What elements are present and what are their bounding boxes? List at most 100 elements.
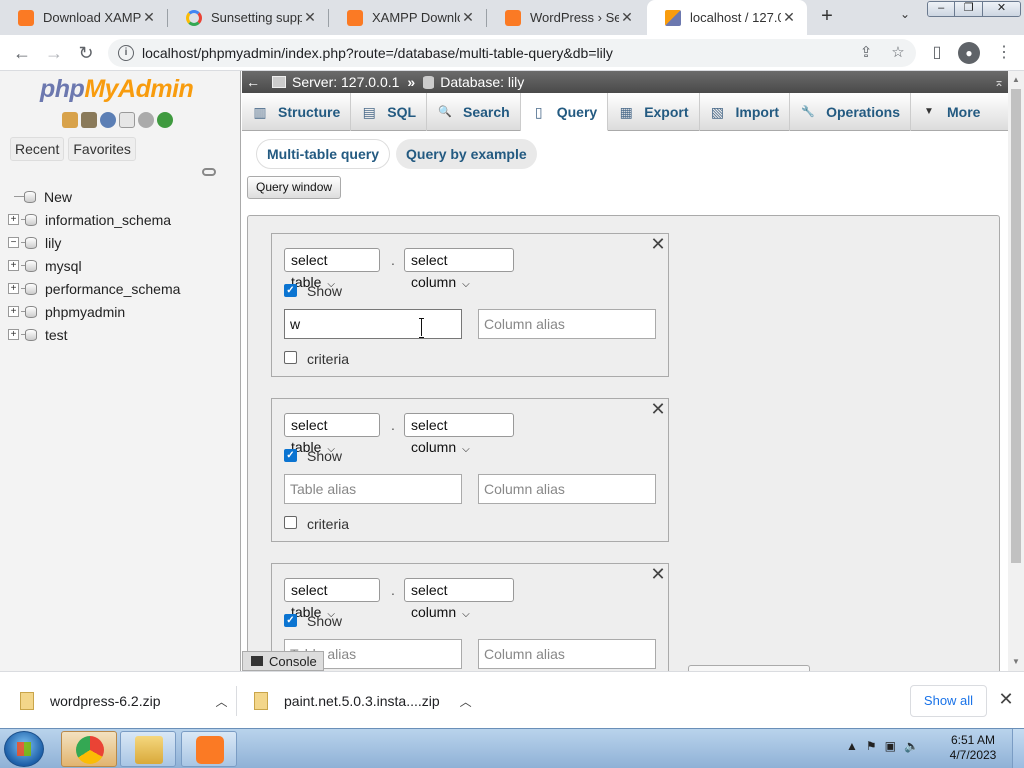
- chevron-up-icon[interactable]: ︿: [460, 693, 472, 710]
- show-checkbox[interactable]: ✓: [284, 614, 297, 627]
- table-alias-input[interactable]: Table alias: [284, 474, 462, 504]
- tab-search[interactable]: 🔍 Search: [427, 93, 521, 131]
- tab-structure[interactable]: ▥ Structure: [242, 93, 352, 131]
- close-icon[interactable]: ✕: [302, 9, 318, 26]
- table-select[interactable]: select table ⌵: [284, 413, 380, 455]
- browser-tab[interactable]: WordPress › Setu ✕: [487, 0, 645, 35]
- show-checkbox[interactable]: ✓: [284, 284, 297, 297]
- close-icon[interactable]: ✕: [650, 400, 666, 418]
- tree-item-performance-schema[interactable]: + performance_schema: [8, 277, 180, 300]
- collapse-icon[interactable]: −: [8, 237, 19, 248]
- tree-item-phpmyadmin[interactable]: + phpmyadmin: [8, 300, 180, 323]
- tray-arrow-icon[interactable]: ▲: [846, 739, 858, 753]
- collapse-top-icon[interactable]: ⌅: [994, 75, 1004, 89]
- column-select[interactable]: select column ⌵: [404, 578, 514, 620]
- settings-icon[interactable]: [138, 112, 154, 128]
- tree-item-new[interactable]: New: [8, 185, 180, 208]
- phpmyadmin-logo[interactable]: phpMyAdmin: [40, 75, 194, 104]
- flag-icon[interactable]: ⚑: [866, 739, 877, 753]
- share-icon[interactable]: ⇪: [856, 43, 876, 63]
- breadcrumb-server[interactable]: Server: 127.0.0.1: [292, 74, 399, 90]
- column-select[interactable]: select column ⌵: [404, 248, 514, 290]
- tab-query-by-example[interactable]: Query by example: [396, 139, 537, 169]
- tab-operations[interactable]: 🔧 Operations: [790, 93, 911, 131]
- expand-icon[interactable]: +: [8, 306, 19, 317]
- download-item[interactable]: paint.net.5.0.3.insta....zip ︿: [254, 680, 472, 722]
- volume-icon[interactable]: 🔈: [904, 739, 919, 753]
- tab-export[interactable]: ▦ Export: [608, 93, 700, 131]
- exit-icon[interactable]: [81, 112, 97, 128]
- minimize-button[interactable]: –: [928, 2, 956, 16]
- column-alias-input[interactable]: Column alias: [478, 309, 656, 339]
- show-all-button[interactable]: Show all: [910, 685, 987, 717]
- browser-tab-active[interactable]: localhost / 127.0. ✕: [647, 0, 807, 35]
- expand-icon[interactable]: +: [8, 260, 19, 271]
- close-window-button[interactable]: ✕: [982, 2, 1020, 16]
- browser-tab[interactable]: Download XAMPP ✕: [0, 0, 167, 35]
- back-button[interactable]: ←: [10, 41, 34, 65]
- network-icon[interactable]: ▣: [885, 739, 896, 753]
- profile-avatar-icon[interactable]: ●: [958, 42, 980, 64]
- recent-tab[interactable]: Recent: [10, 137, 65, 161]
- tree-item-test[interactable]: + test: [8, 323, 180, 346]
- taskbar-chrome[interactable]: [61, 731, 117, 767]
- taskbar-xampp[interactable]: [181, 731, 237, 767]
- favorites-tab[interactable]: Favorites: [68, 137, 136, 161]
- scroll-down-icon[interactable]: ▼: [1011, 657, 1021, 666]
- table-alias-input[interactable]: w: [284, 309, 462, 339]
- criteria-checkbox[interactable]: [284, 351, 297, 364]
- console-toggle[interactable]: Console: [242, 651, 324, 671]
- column-alias-input[interactable]: Column alias: [478, 639, 656, 669]
- table-select[interactable]: select table ⌵: [284, 578, 380, 620]
- scrollbar-thumb[interactable]: [1011, 89, 1021, 563]
- start-button[interactable]: [4, 731, 44, 767]
- close-icon[interactable]: ✕: [650, 235, 666, 253]
- tree-item-information-schema[interactable]: + information_schema: [8, 208, 180, 231]
- address-bar[interactable]: i localhost/phpmyadmin/index.php?route=/…: [108, 39, 916, 67]
- tab-import[interactable]: ▧ Import: [700, 93, 791, 131]
- column-alias-input[interactable]: Column alias: [478, 474, 656, 504]
- toggle-navigation-icon[interactable]: ←: [242, 74, 264, 90]
- browser-tab[interactable]: Sunsetting suppo ✕: [168, 0, 328, 35]
- breadcrumb-database[interactable]: Database: lily: [440, 74, 524, 90]
- close-icon[interactable]: ✕: [141, 9, 157, 26]
- close-icon[interactable]: ✕: [650, 565, 666, 583]
- new-tab-button[interactable]: +: [816, 5, 838, 29]
- taskbar-explorer[interactable]: [120, 731, 176, 767]
- main-scrollbar[interactable]: ▲ ▼: [1008, 71, 1024, 671]
- home-icon[interactable]: [62, 112, 78, 128]
- close-icon[interactable]: ✕: [619, 9, 635, 26]
- criteria-checkbox[interactable]: [284, 516, 297, 529]
- site-info-icon[interactable]: i: [118, 45, 134, 61]
- tab-search-icon[interactable]: ⌄: [896, 7, 914, 27]
- bookmark-star-icon[interactable]: ☆: [888, 43, 908, 63]
- docs-icon[interactable]: [119, 112, 135, 128]
- show-checkbox[interactable]: ✓: [284, 449, 297, 462]
- tab-multi-table-query[interactable]: Multi-table query: [256, 139, 391, 169]
- scroll-up-icon[interactable]: ▲: [1011, 75, 1021, 84]
- chevron-up-icon[interactable]: ︿: [216, 693, 228, 710]
- tree-item-lily[interactable]: − lily: [8, 231, 180, 254]
- reload-nav-icon[interactable]: [157, 112, 173, 128]
- column-select[interactable]: select column ⌵: [404, 413, 514, 455]
- maximize-button[interactable]: ❐: [955, 2, 983, 16]
- close-icon[interactable]: ✕: [781, 9, 797, 26]
- close-icon[interactable]: ✕: [460, 9, 476, 26]
- query-window-button[interactable]: Query window: [247, 176, 342, 199]
- browser-menu-icon[interactable]: ⋮: [993, 42, 1015, 64]
- forward-button[interactable]: →: [42, 41, 66, 65]
- download-item[interactable]: wordpress-6.2.zip ︿: [20, 680, 228, 722]
- tab-query[interactable]: ▯ Query: [520, 93, 609, 131]
- expand-icon[interactable]: +: [8, 329, 19, 340]
- expand-icon[interactable]: +: [8, 214, 19, 225]
- side-panel-icon[interactable]: ▯: [926, 42, 948, 64]
- expand-icon[interactable]: +: [8, 283, 19, 294]
- taskbar-clock[interactable]: 6:51 AM 4/7/2023: [943, 733, 1003, 763]
- tree-item-mysql[interactable]: + mysql: [8, 254, 180, 277]
- help-icon[interactable]: [100, 112, 116, 128]
- tab-more[interactable]: ▼ More: [911, 93, 990, 131]
- reload-button[interactable]: ↻: [74, 41, 98, 65]
- tab-sql[interactable]: ▤ SQL: [351, 93, 428, 131]
- browser-tab[interactable]: XAMPP Downloa ✕: [329, 0, 486, 35]
- table-select[interactable]: select table ⌵: [284, 248, 380, 290]
